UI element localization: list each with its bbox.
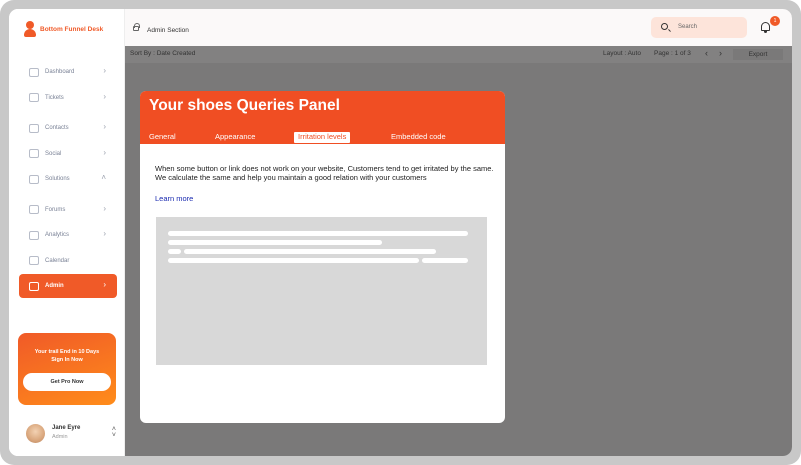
sidebar-item-label: Tickets: [45, 94, 64, 101]
list-toolbar: Sort By : Date Created Layout : Auto Pag…: [125, 46, 792, 63]
sidebar-item-analytics[interactable]: Analytics ›: [19, 223, 117, 247]
sidebar-item-admin[interactable]: Admin ›: [19, 274, 117, 298]
sort-dropdown[interactable]: Sort By : Date Created: [130, 50, 195, 57]
lock-icon: [29, 281, 39, 291]
chevron-right-icon: ›: [103, 147, 106, 157]
sidebar-item-calendar[interactable]: Calendar: [19, 249, 117, 273]
skeleton-line: [168, 258, 419, 263]
top-bar: Admin Section Search 1: [125, 9, 792, 46]
panel-header: Your shoes Queries Panel General Appeara…: [140, 91, 505, 144]
skeleton-line: [168, 249, 181, 254]
sidebar: Bottom Funnel Desk Dashboard › Tickets ›…: [9, 9, 125, 456]
brand[interactable]: Bottom Funnel Desk: [23, 21, 103, 37]
dashboard-icon: [29, 67, 39, 77]
search-box[interactable]: Search: [651, 17, 747, 38]
tab-embedded-code[interactable]: Embedded code: [391, 132, 446, 141]
sidebar-item-solutions[interactable]: Solutions ˄: [19, 167, 117, 191]
device-frame: Bottom Funnel Desk Dashboard › Tickets ›…: [0, 0, 801, 465]
layout-selector[interactable]: Layout : Auto: [603, 50, 641, 57]
chevron-right-icon: ›: [103, 66, 106, 75]
page-indicator: Page : 1 of 3: [654, 50, 691, 57]
description-line-2: We calculate the same and help you maint…: [155, 173, 427, 182]
chevron-right-icon: ›: [103, 229, 106, 238]
skeleton-line: [168, 240, 382, 245]
description-line-1: When some button or link does not work o…: [155, 164, 494, 173]
ticket-icon: [29, 93, 39, 102]
user-role: Admin: [52, 434, 68, 440]
chevron-right-icon: ›: [103, 203, 106, 213]
avatar: [26, 424, 45, 443]
sidebar-item-label: Social: [45, 150, 62, 157]
notification-badge: 1: [770, 16, 780, 26]
sidebar-item-label: Contacts: [45, 125, 69, 131]
sidebar-item-social[interactable]: Social ›: [19, 142, 117, 166]
app-window: Bottom Funnel Desk Dashboard › Tickets ›…: [9, 9, 792, 456]
chevron-up-icon: ˄: [101, 173, 106, 182]
tab-general[interactable]: General: [149, 132, 176, 141]
calendar-icon: [29, 256, 39, 265]
search-icon: [661, 23, 668, 30]
solutions-icon: [29, 174, 39, 184]
skeleton-line: [422, 258, 468, 263]
brand-name: Bottom Funnel Desk: [40, 25, 104, 33]
sidebar-item-contacts[interactable]: Contacts ›: [19, 116, 117, 140]
get-pro-button[interactable]: Get Pro Now: [23, 373, 111, 391]
chevron-right-icon: ›: [103, 122, 106, 131]
promo-line-signin[interactable]: Sign In Now: [18, 356, 116, 364]
sidebar-item-label: Dashboard: [45, 69, 75, 75]
sidebar-item-dashboard[interactable]: Dashboard ›: [19, 60, 117, 84]
learn-more-link[interactable]: Learn more: [155, 194, 193, 203]
content-placeholder: [156, 217, 487, 365]
sidebar-item-tickets[interactable]: Tickets ›: [19, 86, 117, 110]
chevron-right-icon: ›: [103, 280, 106, 289]
user-name: Jane Eyre: [52, 425, 81, 431]
forums-icon: [29, 205, 39, 214]
user-icon: [23, 21, 37, 37]
tab-appearance[interactable]: Appearance: [215, 132, 255, 141]
promo-line-trial: Your trail End in 10 Days: [34, 349, 100, 355]
panel-description: When some button or link does not work o…: [155, 164, 495, 182]
search-input[interactable]: Search: [678, 24, 697, 30]
sidebar-item-label: Analytics: [45, 232, 70, 238]
chevron-right-icon: ›: [103, 91, 106, 101]
sidebar-item-label: Calendar: [45, 257, 70, 264]
chevron-left-icon[interactable]: ‹: [705, 48, 708, 58]
bell-icon[interactable]: [761, 22, 770, 33]
page-title: Admin Section: [147, 27, 189, 34]
lock-icon: [133, 23, 140, 31]
tab-irritation-levels[interactable]: Irritation levels: [294, 132, 351, 143]
panel-title: Your shoes Queries Panel: [149, 97, 340, 114]
export-button[interactable]: Export: [733, 49, 783, 60]
sidebar-item-label: Solutions: [45, 176, 70, 182]
sidebar-item-forums[interactable]: Forums ›: [19, 198, 117, 222]
sidebar-item-label: Admin: [45, 283, 64, 289]
social-icon: [29, 149, 39, 158]
skeleton-line: [184, 249, 436, 254]
chevron-up-down-icon[interactable]: ˄ ˅: [112, 426, 116, 439]
sidebar-nav: Dashboard › Tickets › Contacts › Social …: [19, 60, 117, 300]
chevron-right-icon[interactable]: ›: [719, 48, 722, 58]
analytics-icon: [29, 230, 39, 240]
queries-panel-modal: Your shoes Queries Panel General Appeara…: [140, 91, 505, 423]
skeleton-line: [168, 231, 468, 236]
sidebar-item-label: Forums: [45, 206, 66, 213]
contacts-icon: [29, 123, 39, 133]
trial-promo-card: Your trail End in 10 Days Sign In Now Ge…: [18, 333, 116, 405]
user-profile[interactable]: Jane Eyre Admin ˄ ˅: [26, 423, 116, 445]
main-area: Admin Section Search 1 Sort By : Date Cr…: [125, 9, 792, 456]
promo-text: Your trail End in 10 Days Sign In Now: [18, 348, 116, 364]
